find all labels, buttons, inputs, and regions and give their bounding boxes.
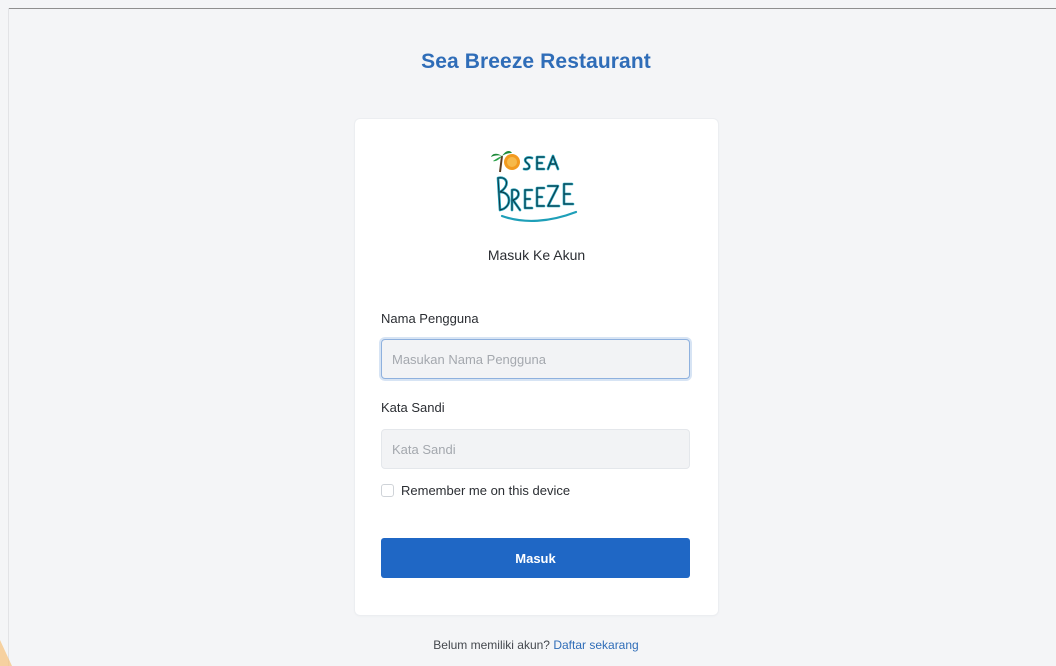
remember-me-checkbox[interactable]	[381, 483, 394, 497]
username-label: Nama Pengguna	[381, 311, 479, 326]
page-title: Sea Breeze Restaurant	[421, 50, 651, 73]
password-label: Kata Sandi	[381, 400, 445, 415]
login-card: Masuk Ke Akun Nama Pengguna Kata Sandi R…	[355, 119, 718, 615]
register-prompt-text: Belum memiliki akun?	[433, 638, 550, 652]
corner-decoration	[0, 640, 12, 666]
register-link[interactable]: Daftar sekarang	[553, 638, 638, 652]
login-submit-button[interactable]: Masuk	[381, 538, 690, 578]
password-input[interactable]	[381, 429, 690, 469]
sea-breeze-logo	[491, 151, 578, 223]
remember-me-row[interactable]: Remember me on this device	[381, 481, 570, 499]
username-input[interactable]	[381, 339, 690, 379]
window-left-border	[8, 8, 9, 666]
login-heading: Masuk Ke Akun	[487, 247, 586, 263]
window-top-border	[8, 8, 1056, 9]
remember-me-label[interactable]: Remember me on this device	[401, 483, 570, 498]
register-prompt: Belum memiliki akun? Daftar sekarang	[0, 638, 1056, 652]
